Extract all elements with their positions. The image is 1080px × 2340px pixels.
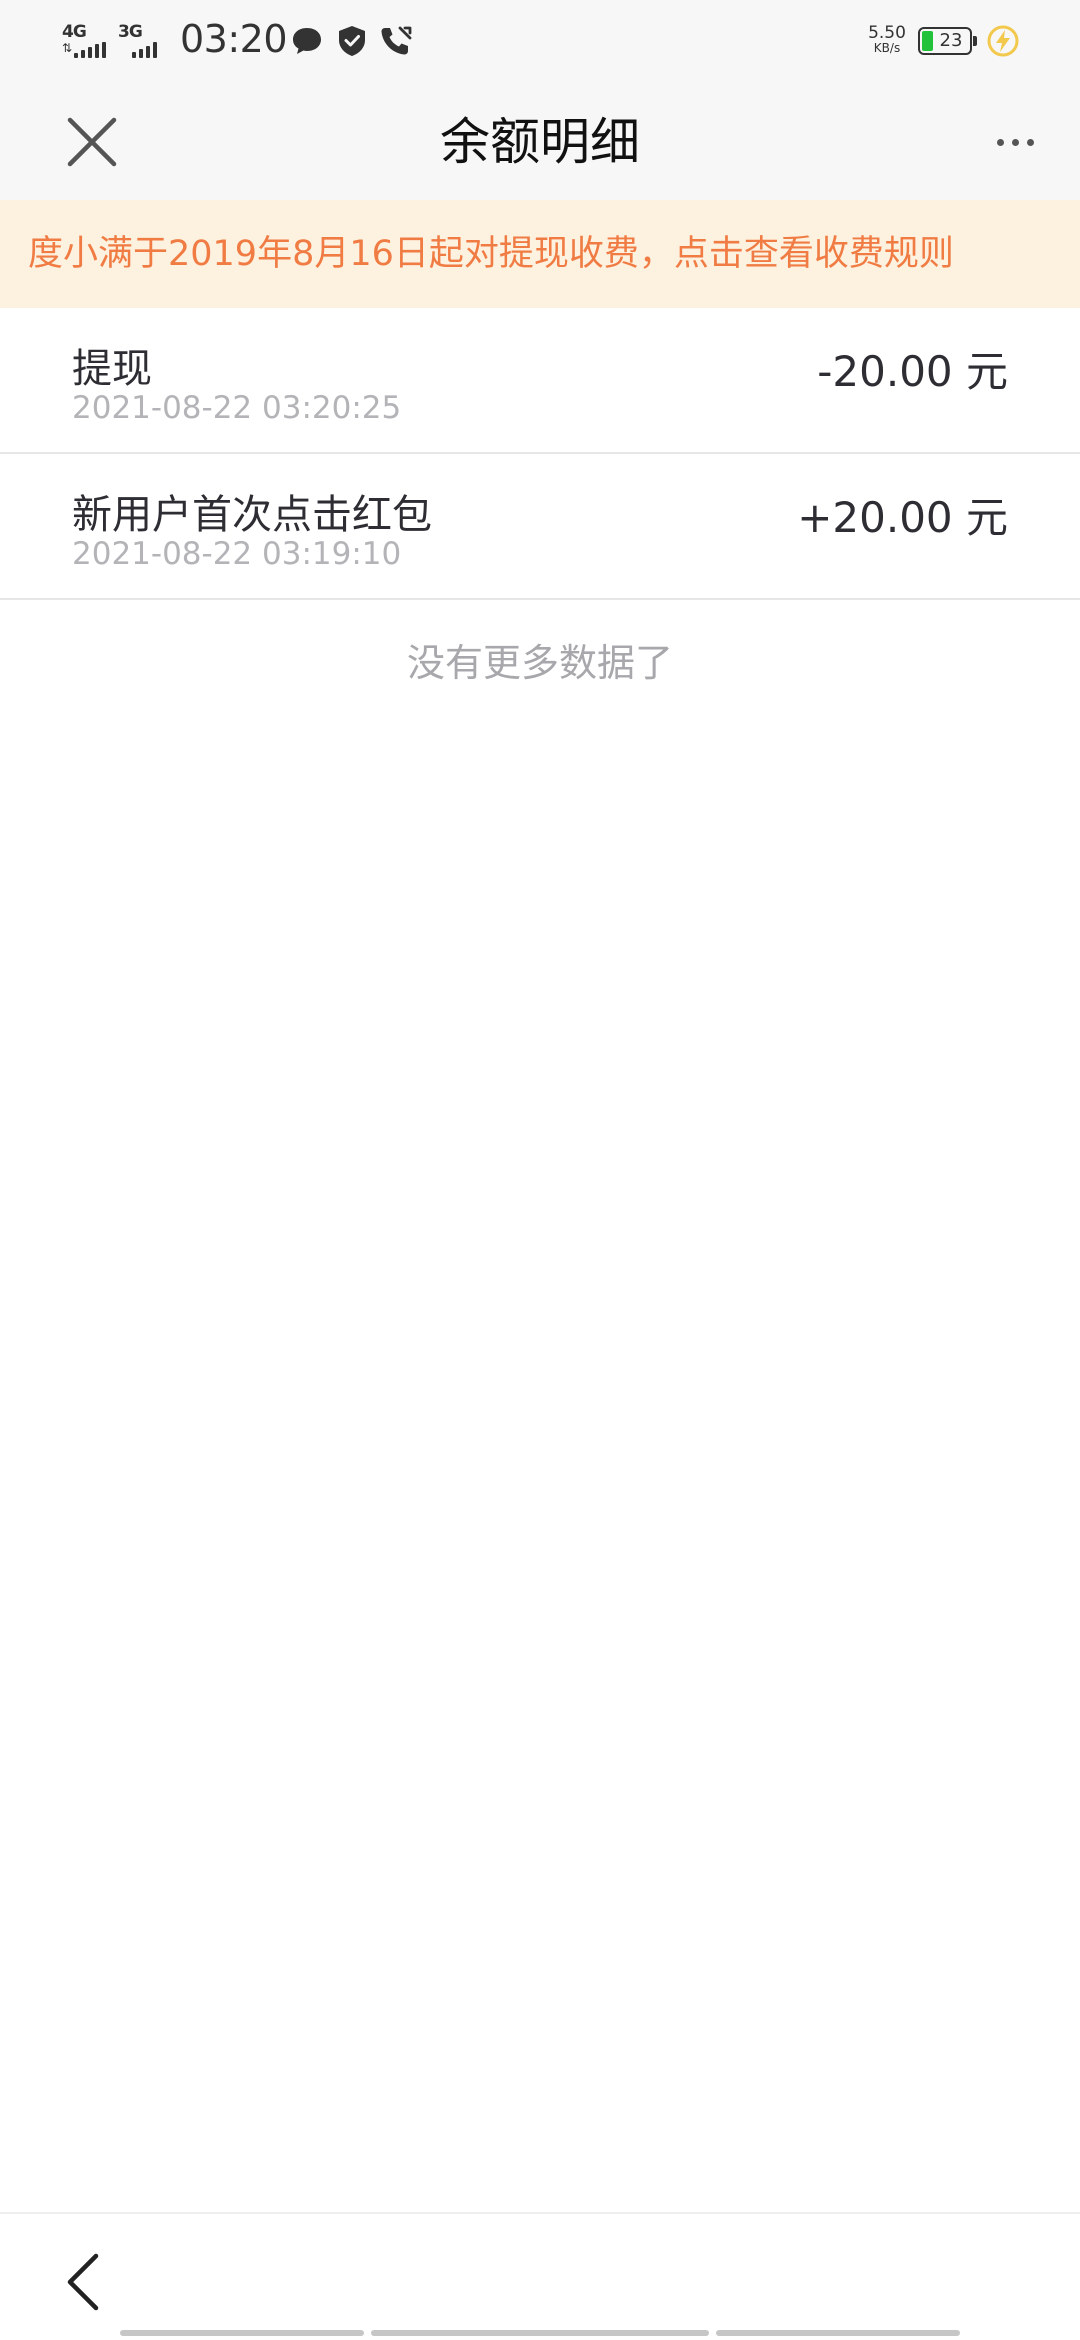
network-type-label: 4G (62, 22, 87, 42)
transaction-title: 提现 (72, 346, 152, 392)
speed-value: 5.50 (868, 23, 906, 43)
gesture-indicator-center[interactable] (371, 2330, 709, 2336)
bottom-nav-bar (0, 2212, 1080, 2340)
charging-icon (986, 24, 1020, 62)
transaction-row[interactable]: 提现 2021-08-22 03:20:25 -20.00 元 (0, 308, 1080, 454)
battery-indicator: 23 (918, 27, 977, 55)
shield-icon (336, 24, 368, 62)
battery-level: 23 (939, 30, 963, 51)
data-arrows-icon: ⇅ (62, 41, 73, 55)
close-button[interactable] (50, 108, 134, 178)
back-chevron-icon (67, 2253, 99, 2311)
transaction-title: 新用户首次点击红包 (72, 492, 432, 538)
signal-bars-icon (74, 42, 106, 58)
gesture-indicator-right (716, 2330, 960, 2336)
fee-notice-banner[interactable]: 度小满于2019年8月16日起对提现收费，点击查看收费规则 (0, 200, 1080, 308)
page-title: 余额明细 (440, 113, 640, 171)
transaction-amount: -20.00 元 (817, 347, 1008, 396)
more-icon-dot (1026, 138, 1034, 146)
signal-4g-indicator: 4G ⇅ (62, 22, 112, 62)
gesture-indicator-left (120, 2330, 364, 2336)
status-bar: 4G ⇅ 3G 03:20 5.50 KB/s 23 (0, 0, 1080, 84)
more-icon-dot (1011, 138, 1019, 146)
transaction-amount: +20.00 元 (797, 493, 1008, 542)
status-time: 03:20 (180, 17, 288, 61)
back-button[interactable] (56, 2242, 116, 2322)
transaction-time: 2021-08-22 03:19:10 (72, 536, 402, 572)
message-icon (290, 24, 324, 62)
more-icon-dot (996, 138, 1004, 146)
network-type-label: 3G (118, 22, 143, 42)
no-more-data-label: 没有更多数据了 (406, 641, 673, 685)
close-icon (67, 117, 117, 167)
phone-icon (378, 24, 414, 62)
transaction-row[interactable]: 新用户首次点击红包 2021-08-22 03:19:10 +20.00 元 (0, 454, 1080, 600)
speed-unit: KB/s (873, 41, 901, 55)
network-speed: 5.50 KB/s (862, 24, 912, 55)
signal-3g-indicator: 3G (118, 22, 168, 62)
transaction-time: 2021-08-22 03:20:25 (72, 390, 402, 426)
battery-fill (922, 31, 933, 51)
battery-cap (973, 36, 977, 46)
signal-bars-icon (132, 42, 157, 58)
more-button[interactable] (970, 112, 1060, 172)
nav-header: 余额明细 (0, 84, 1080, 200)
